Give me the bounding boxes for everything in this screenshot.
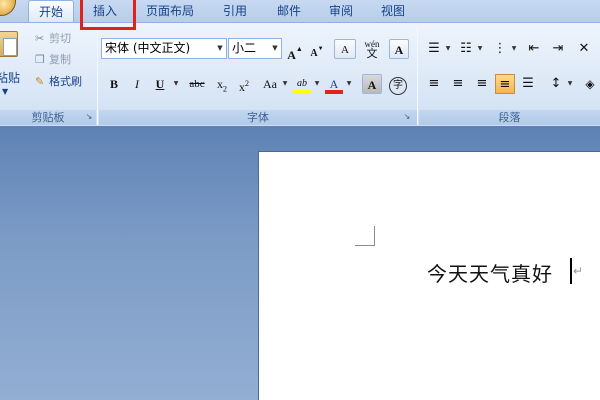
text-cursor	[570, 258, 572, 284]
chevron-down-icon[interactable]: ▼	[510, 39, 518, 59]
chevron-down-icon[interactable]: ▼	[444, 39, 452, 59]
decrease-indent-icon[interactable]: ⇤	[524, 39, 544, 59]
paragraph-mark: ↵	[573, 264, 584, 278]
phonetic-guide-char: 文	[366, 48, 378, 60]
distributed-icon[interactable]: ☰	[518, 74, 538, 94]
numbered-list-icon[interactable]: ☷	[456, 39, 476, 59]
paragraph-group-title: 段落	[419, 110, 600, 125]
shrink-font-icon: A	[310, 48, 318, 59]
eraser-icon: A	[341, 44, 349, 56]
font-dialog-launcher-icon[interactable]: ↘	[402, 112, 412, 122]
cut-button[interactable]: ✂ 剪切	[35, 30, 71, 48]
subscript-mark: 2	[223, 84, 227, 94]
grow-font-icon: A	[287, 48, 296, 62]
chevron-down-icon[interactable]: ▼	[2, 87, 8, 96]
chevron-down-icon[interactable]: ▼	[172, 74, 180, 94]
highlight-button[interactable]: ab	[292, 74, 312, 94]
copy-label: 复制	[49, 53, 71, 66]
chevron-down-icon[interactable]: ▼	[313, 74, 321, 94]
tab-view[interactable]: 视图	[370, 0, 416, 22]
chinese-layout-icon[interactable]: ✕	[574, 39, 594, 59]
watermark-text: 悟空问答	[490, 375, 555, 394]
clipboard-icon[interactable]	[0, 31, 18, 57]
margin-corner-mark	[355, 226, 375, 246]
ribbon-tab-bar: 开始 插入 页面布局 引用 邮件 审阅 视图	[0, 0, 600, 22]
format-painter-button[interactable]: ✎ 格式刷	[35, 73, 82, 91]
underline-icon: U	[155, 77, 165, 91]
change-case-icon: Aa	[263, 77, 277, 91]
office-button[interactable]	[0, 0, 16, 16]
shading-icon[interactable]: ◈	[580, 74, 600, 94]
align-right-icon[interactable]: ≡	[472, 74, 492, 94]
superscript-mark: 2	[245, 79, 249, 88]
char-border-icon: A	[394, 43, 404, 57]
group-divider	[417, 27, 418, 125]
group-divider	[97, 27, 98, 125]
tab-references[interactable]: 引用	[212, 0, 258, 22]
font-name-value: 宋体 (中文正文)	[105, 41, 191, 55]
chevron-down-icon[interactable]: ▼	[345, 74, 353, 94]
paintbrush-icon: ✎	[35, 75, 45, 88]
char-border-button[interactable]: A	[389, 39, 409, 59]
bold-icon: B	[109, 77, 118, 91]
italic-button[interactable]: I	[128, 74, 146, 94]
font-group-title: 字体	[99, 110, 417, 125]
change-case-button[interactable]: Aa	[258, 74, 282, 94]
chevron-down-icon[interactable]: ▼	[476, 39, 484, 59]
chevron-down-icon[interactable]: ▼	[269, 39, 281, 58]
font-color-icon: A	[329, 77, 339, 91]
enclose-char-button[interactable]: 字	[388, 74, 408, 95]
cut-label: 剪切	[49, 32, 71, 45]
font-color-button[interactable]: A	[324, 74, 344, 94]
shrink-font-button[interactable]: A▼	[308, 39, 326, 59]
clipboard-dialog-launcher-icon[interactable]: ↘	[84, 112, 94, 122]
tab-mailings[interactable]: 邮件	[266, 0, 312, 22]
multilevel-list-icon[interactable]: ⋮	[490, 39, 510, 59]
clipboard-group-title: 剪贴板	[0, 110, 96, 125]
increase-indent-icon[interactable]: ⇥	[548, 39, 568, 59]
tab-review[interactable]: 审阅	[318, 0, 364, 22]
clear-format-button[interactable]: A	[334, 39, 356, 59]
underline-button[interactable]: U	[150, 74, 170, 94]
tab-home[interactable]: 开始	[28, 0, 74, 22]
format-painter-label: 格式刷	[49, 75, 82, 88]
document-workspace: 今天天气真好 ↵ 悟空问答	[0, 126, 600, 400]
paste-button-label[interactable]: 粘贴	[0, 69, 20, 86]
scissors-icon: ✂	[35, 32, 45, 45]
grow-font-button[interactable]: A▲	[287, 39, 303, 62]
highlighter-icon: ab	[297, 78, 307, 89]
superscript-button[interactable]: x2	[234, 74, 254, 94]
highlight-color-swatch	[293, 90, 311, 94]
line-spacing-icon[interactable]: ↕	[546, 74, 566, 94]
align-left-icon[interactable]: ≡	[424, 74, 444, 94]
subscript-button[interactable]: x2	[212, 74, 232, 94]
enclose-char-icon: 字	[389, 77, 407, 95]
phonetic-guide-button[interactable]: wén 文	[360, 39, 384, 60]
align-center-icon[interactable]: ≡	[448, 74, 468, 94]
strikethrough-icon: abc	[189, 78, 205, 90]
bold-button[interactable]: B	[104, 74, 124, 94]
strikethrough-button[interactable]: abc	[184, 74, 210, 94]
font-color-swatch	[325, 90, 343, 94]
document-body-text[interactable]: 今天天气真好	[427, 258, 553, 287]
tab-insert[interactable]: 插入	[82, 0, 128, 22]
document-page[interactable]: 今天天气真好 ↵	[258, 151, 600, 400]
font-size-value: 小二	[232, 41, 257, 55]
italic-icon: I	[135, 77, 139, 91]
char-shading-icon: A	[367, 78, 377, 92]
justify-icon[interactable]: ≡	[495, 74, 515, 94]
tab-page-layout[interactable]: 页面布局	[136, 0, 204, 22]
bullet-list-icon[interactable]: ☰	[424, 39, 444, 59]
ribbon-panel: 粘贴 ▼ ✂ 剪切 ❐ 复制 ✎ 格式刷 剪贴板 ↘ 宋体 (中文正文) ▼ 小二 ▼…	[0, 22, 600, 126]
chevron-down-icon[interactable]: ▼	[214, 39, 226, 58]
copy-button[interactable]: ❐ 复制	[35, 51, 71, 69]
chevron-down-icon[interactable]: ▼	[281, 74, 289, 94]
watermark-logo-icon	[466, 375, 484, 393]
font-name-combo[interactable]: 宋体 (中文正文) ▼	[101, 38, 227, 59]
char-shading-button[interactable]: A	[362, 74, 382, 94]
chevron-down-icon[interactable]: ▼	[566, 74, 574, 94]
font-size-combo[interactable]: 小二 ▼	[228, 38, 282, 59]
copy-icon: ❐	[35, 53, 45, 66]
watermark: 悟空问答	[466, 372, 596, 398]
